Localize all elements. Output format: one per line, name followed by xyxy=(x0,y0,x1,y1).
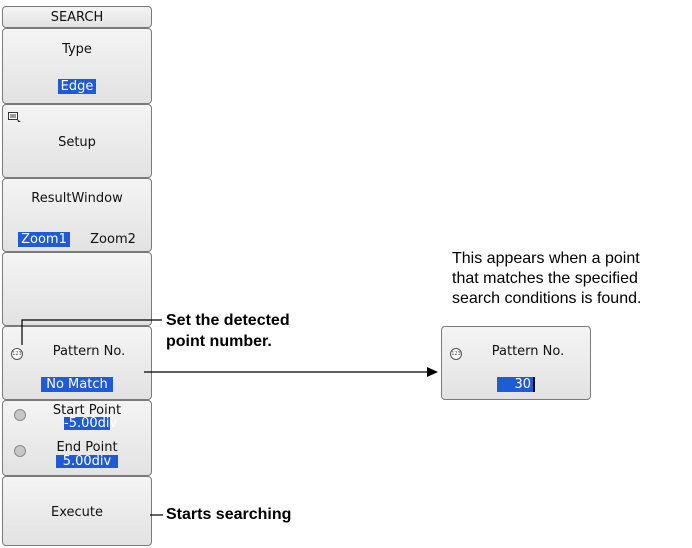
callout-lines xyxy=(21,319,438,516)
callout-pattern-icon-line xyxy=(21,319,162,345)
arrow-head-icon xyxy=(427,367,438,377)
